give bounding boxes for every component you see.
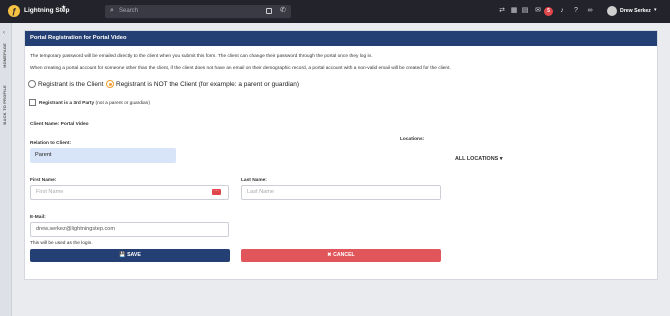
card-title: Portal Registration for Portal Video [25,31,657,46]
client-name-label: Client Name: Portal Video [30,122,89,127]
radio-not-client-hint: (for example: a parent or guardian) [198,81,300,88]
side-item-back-to-profile[interactable]: BACK TO PROFILE [2,85,7,125]
relation-select[interactable]: Parent [30,148,176,163]
locations-label: Locations: [400,137,425,142]
bell-icon[interactable]: ♪ [558,7,566,15]
notification-badge[interactable]: 5 [544,7,553,16]
relation-label: Relation to Client: [30,141,72,146]
radio-registrant-client[interactable] [28,80,36,88]
email-input[interactable]: drew.serkez@lightningstep.com [30,222,229,237]
phone-icon[interactable]: ✆ [280,6,286,14]
first-name-placeholder: First Name [36,189,64,195]
chevron-down-icon[interactable]: ▾ [654,7,657,13]
search-icon: ⌕ [110,7,114,14]
calendar-icon[interactable]: ▦ [510,7,518,15]
link-icon[interactable]: ∞ [586,7,594,15]
avatar[interactable] [607,6,617,16]
calendar-icon[interactable] [266,8,272,14]
last-name-input[interactable]: Last Name [241,185,441,200]
search-placeholder: Search [119,8,139,14]
top-navigation-bar: ƒ Lightning Step ★ ⌕ Search ✆ ⇄ ▦ ▤ ✉ 5 … [0,0,670,23]
user-name[interactable]: Drew Serkez [620,8,651,14]
logo-letter: ƒ [11,6,17,16]
side-navigation: ‹ HOMEPAGE BACK TO PROFILE [0,23,12,316]
chat-icon[interactable]: ✉ [534,7,542,15]
email-label: E-Mail: [30,215,46,220]
last-name-label: Last Name: [241,178,267,183]
portal-registration-card: Portal Registration for Portal Video The… [24,30,658,280]
save-button[interactable]: 💾 SAVE [30,249,230,262]
email-hint: This will be used as the login. [30,241,93,246]
transfer-icon[interactable]: ⇄ [498,7,506,15]
help-icon[interactable]: ? [572,7,580,15]
more-options-icon[interactable]: ··· [212,189,221,195]
third-party-hint: (not a parent or guardian) [95,101,150,106]
intro-text-1: The temporary password will be emailed d… [30,54,373,59]
side-item-homepage[interactable]: HOMEPAGE [2,43,7,68]
third-party-text: Registrant is a 3rd Party [39,101,95,106]
search-input[interactable]: ⌕ Search ✆ [105,5,291,18]
star-icon[interactable]: ★ [61,4,66,11]
first-name-input[interactable]: First Name [30,185,229,200]
lightning-step-logo[interactable]: ƒ [8,5,20,17]
radio-registrant-not-client[interactable] [106,80,114,88]
third-party-label[interactable]: Registrant is a 3rd Party (not a parent … [39,101,150,106]
grid-icon[interactable]: ▤ [521,7,529,15]
radio-registrant-not-client-label[interactable]: Registrant is NOT the Client (for exampl… [116,81,299,88]
first-name-label: First Name: [30,178,57,183]
third-party-checkbox[interactable] [29,99,36,106]
cancel-button[interactable]: ✖ CANCEL [241,249,441,262]
chevron-left-icon[interactable]: ‹ [3,30,5,36]
radio-not-client-text: Registrant is NOT the Client [116,81,197,88]
radio-registrant-client-label[interactable]: Registrant is the Client [38,81,103,88]
last-name-placeholder: Last Name [247,189,275,195]
intro-text-2: When creating a portal account for someo… [30,66,451,71]
locations-dropdown[interactable]: ALL LOCATIONS ▾ [455,156,502,162]
